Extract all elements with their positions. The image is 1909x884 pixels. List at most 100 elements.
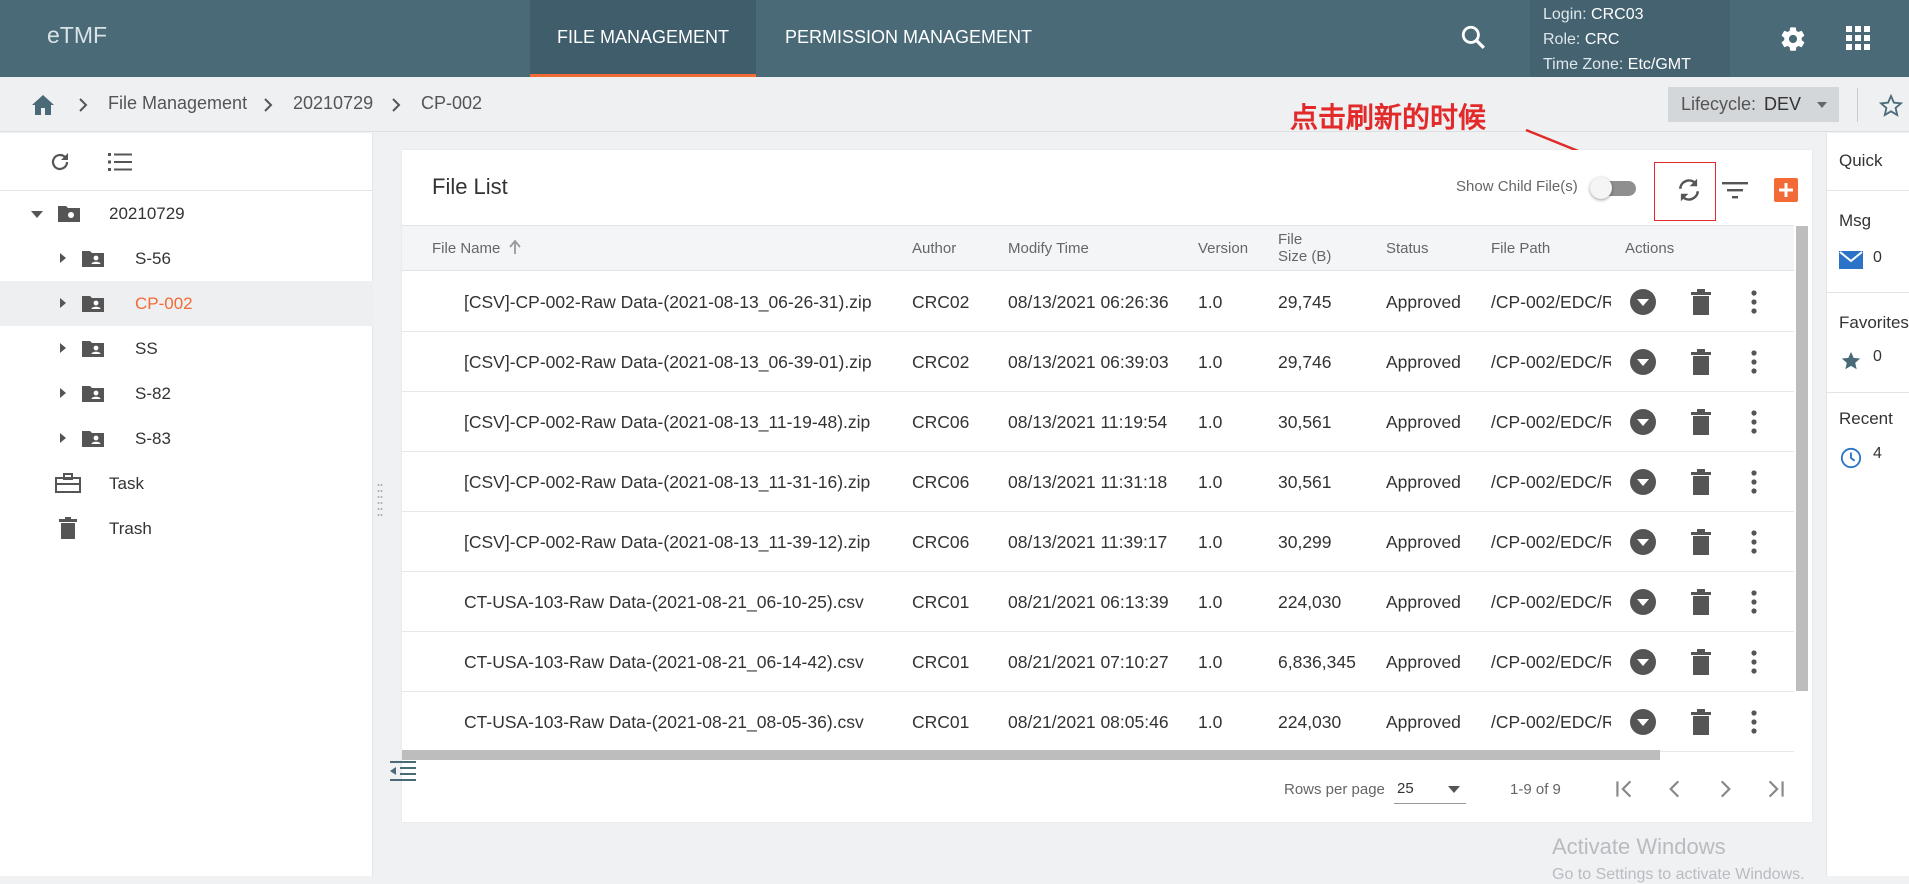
- column-header-status[interactable]: Status: [1386, 240, 1429, 257]
- sort-ascending-icon[interactable]: [508, 239, 522, 255]
- file-name-cell[interactable]: [CSV]-CP-002-Raw Data-(2021-08-13_06-26-…: [464, 292, 872, 313]
- horizontal-scrollbar[interactable]: [402, 750, 1660, 760]
- column-header-actions: Actions: [1625, 240, 1675, 257]
- home-icon[interactable]: [31, 94, 55, 116]
- status-cell: Approved: [1386, 292, 1461, 312]
- filter-icon[interactable]: [1722, 180, 1748, 200]
- list-view-icon[interactable]: [108, 152, 132, 172]
- more-vert-icon[interactable]: [1750, 709, 1758, 735]
- column-header-author[interactable]: Author: [912, 240, 956, 257]
- more-vert-icon[interactable]: [1750, 409, 1758, 435]
- download-icon[interactable]: [1630, 289, 1656, 315]
- previous-page-icon[interactable]: [1662, 776, 1688, 802]
- table-row[interactable]: [CSV]-CP-002-Raw Data-(2021-08-13_11-19-…: [402, 392, 1794, 452]
- first-page-icon[interactable]: [1612, 776, 1638, 802]
- tree-node-s-82[interactable]: S-82: [0, 371, 373, 416]
- tree-node-20210729[interactable]: 20210729: [0, 191, 373, 236]
- tree-node-s-83[interactable]: S-83: [0, 416, 373, 461]
- rows-per-page-select[interactable]: 25: [1394, 774, 1466, 804]
- download-icon[interactable]: [1630, 349, 1656, 375]
- table-row[interactable]: CT-USA-103-Raw Data-(2021-08-21_06-14-42…: [402, 632, 1794, 692]
- caret-right-icon[interactable]: [60, 343, 66, 353]
- msg-section[interactable]: Msg 0: [1827, 191, 1909, 293]
- download-icon[interactable]: [1630, 649, 1656, 675]
- file-name-cell[interactable]: CT-USA-103-Raw Data-(2021-08-21_06-14-42…: [464, 652, 864, 673]
- delete-icon[interactable]: [1690, 289, 1712, 315]
- caret-right-icon[interactable]: [60, 298, 66, 308]
- download-icon[interactable]: [1630, 529, 1656, 555]
- table-row[interactable]: CT-USA-103-Raw Data-(2021-08-21_08-05-36…: [402, 692, 1794, 752]
- caret-right-icon[interactable]: [60, 388, 66, 398]
- gear-icon[interactable]: [1779, 25, 1807, 53]
- file-name-cell[interactable]: CT-USA-103-Raw Data-(2021-08-21_06-10-25…: [464, 592, 864, 613]
- file-name-cell[interactable]: [CSV]-CP-002-Raw Data-(2021-08-13_11-31-…: [464, 472, 870, 493]
- download-icon[interactable]: [1630, 469, 1656, 495]
- caret-down-icon: [1817, 102, 1827, 108]
- table-row[interactable]: [CSV]-CP-002-Raw Data-(2021-08-13_06-39-…: [402, 332, 1794, 392]
- download-icon[interactable]: [1630, 589, 1656, 615]
- column-header-version[interactable]: Version: [1198, 240, 1248, 257]
- table-row[interactable]: CT-USA-103-Raw Data-(2021-08-21_06-10-25…: [402, 572, 1794, 632]
- version-cell: 1.0: [1198, 412, 1223, 432]
- more-vert-icon[interactable]: [1750, 289, 1758, 315]
- more-vert-icon[interactable]: [1750, 649, 1758, 675]
- column-header-file-path[interactable]: File Path: [1491, 240, 1550, 257]
- column-header-file-size[interactable]: File Size (B): [1278, 231, 1331, 265]
- more-vert-icon[interactable]: [1750, 589, 1758, 615]
- column-header-modify-time[interactable]: Modify Time: [1008, 240, 1089, 257]
- caret-right-icon[interactable]: [60, 433, 66, 443]
- caret-right-icon[interactable]: [60, 253, 66, 263]
- breadcrumb-file-management[interactable]: File Management: [108, 93, 247, 114]
- delete-icon[interactable]: [1690, 589, 1712, 615]
- breadcrumb-20210729[interactable]: 20210729: [293, 93, 373, 114]
- table-row[interactable]: [CSV]-CP-002-Raw Data-(2021-08-13_11-31-…: [402, 452, 1794, 512]
- mail-icon[interactable]: [1839, 249, 1863, 271]
- delete-icon[interactable]: [1690, 469, 1712, 495]
- table-row[interactable]: [CSV]-CP-002-Raw Data-(2021-08-13_11-39-…: [402, 512, 1794, 572]
- delete-icon[interactable]: [1690, 529, 1712, 555]
- sidebar-item-label: Trash: [109, 519, 152, 538]
- add-file-icon[interactable]: [1774, 178, 1798, 202]
- apps-grid-icon[interactable]: [1846, 26, 1870, 50]
- caret-down-icon[interactable]: [31, 211, 43, 218]
- file-name-cell[interactable]: [CSV]-CP-002-Raw Data-(2021-08-13_11-39-…: [464, 532, 870, 553]
- more-vert-icon[interactable]: [1750, 469, 1758, 495]
- clock-icon[interactable]: [1839, 447, 1863, 469]
- file-name-cell[interactable]: CT-USA-103-Raw Data-(2021-08-21_08-05-36…: [464, 712, 864, 733]
- more-vert-icon[interactable]: [1750, 529, 1758, 555]
- sync-refresh-icon[interactable]: [1674, 175, 1704, 205]
- star-icon[interactable]: [1839, 350, 1863, 372]
- delete-icon[interactable]: [1690, 709, 1712, 735]
- file-name-cell[interactable]: [CSV]-CP-002-Raw Data-(2021-08-13_11-19-…: [464, 412, 870, 433]
- tab-file-management[interactable]: FILE MANAGEMENT: [530, 0, 756, 77]
- tree-node-cp-002[interactable]: CP-002: [0, 281, 373, 326]
- star-outline-icon[interactable]: [1878, 94, 1904, 118]
- sidebar-item-trash[interactable]: Trash: [0, 506, 373, 551]
- lifecycle-select[interactable]: Lifecycle: DEV: [1668, 87, 1839, 122]
- next-page-icon[interactable]: [1712, 776, 1738, 802]
- recent-section[interactable]: Recent 4: [1827, 393, 1909, 493]
- delete-icon[interactable]: [1690, 349, 1712, 375]
- delete-icon[interactable]: [1690, 649, 1712, 675]
- app-brand[interactable]: eTMF: [47, 22, 107, 49]
- refresh-icon[interactable]: [48, 150, 72, 174]
- collapse-panel-icon[interactable]: [390, 760, 416, 782]
- last-page-icon[interactable]: [1762, 776, 1788, 802]
- sidebar-item-task[interactable]: Task: [0, 461, 373, 506]
- show-child-files-toggle[interactable]: [1590, 176, 1638, 200]
- tree-node-ss[interactable]: SS: [0, 326, 373, 371]
- version-cell: 1.0: [1198, 292, 1223, 312]
- file-name-cell[interactable]: [CSV]-CP-002-Raw Data-(2021-08-13_06-39-…: [464, 352, 872, 373]
- resize-handle[interactable]: [377, 481, 383, 521]
- search-icon[interactable]: [1460, 24, 1486, 50]
- table-row[interactable]: [CSV]-CP-002-Raw Data-(2021-08-13_06-26-…: [402, 272, 1794, 332]
- tree-node-s-56[interactable]: S-56: [0, 236, 373, 281]
- more-vert-icon[interactable]: [1750, 349, 1758, 375]
- favorites-section[interactable]: Favorites 0: [1827, 293, 1909, 393]
- download-icon[interactable]: [1630, 409, 1656, 435]
- tab-permission-management[interactable]: PERMISSION MANAGEMENT: [756, 0, 1061, 77]
- vertical-scrollbar[interactable]: [1796, 226, 1808, 691]
- download-icon[interactable]: [1630, 709, 1656, 735]
- delete-icon[interactable]: [1690, 409, 1712, 435]
- column-header-file-name[interactable]: File Name: [432, 240, 500, 257]
